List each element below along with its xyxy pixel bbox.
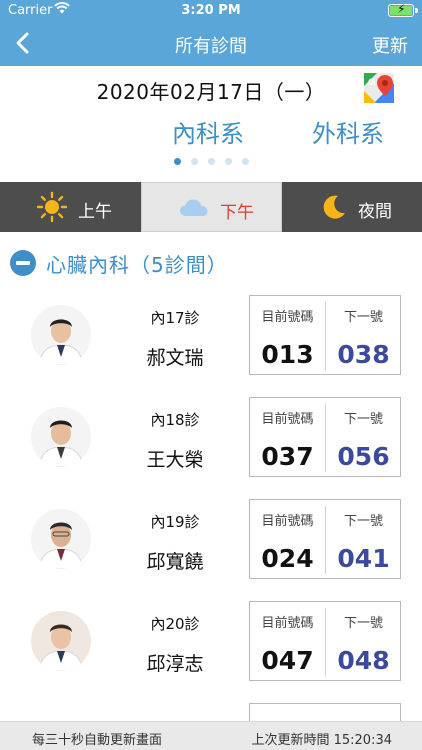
doctor-name: 邱寬饒	[146, 551, 204, 573]
refresh-button[interactable]: 更新	[372, 32, 408, 58]
segment-afternoon[interactable]: 下午	[141, 182, 282, 232]
queue-board: 目前號碼 下一號 037 056	[249, 397, 401, 477]
queue-board-partial	[249, 703, 401, 723]
status-bar: Carrier 3:20 PM ⚡	[0, 0, 422, 22]
current-number-header: 目前號碼	[261, 412, 314, 427]
navigation-bar: 所有診間 更新	[0, 22, 422, 66]
clinic-row[interactable]: 內18診 王大榮 目前號碼 下一號 037 056	[0, 397, 422, 497]
segment-night-label: 夜間	[358, 202, 392, 222]
svg-text:G: G	[368, 78, 375, 88]
cloud-icon	[178, 192, 210, 224]
clinic-row[interactable]: 內17診 郝文瑞 目前號碼 下一號 013 038	[0, 295, 422, 395]
clinic-row[interactable]: 內20診 邱淳志 目前號碼 下一號 047 048	[0, 601, 422, 701]
page-title: 所有診間	[175, 36, 247, 57]
clinic-room: 內19診	[150, 513, 200, 531]
section-title: 心臟內科（5診間）	[46, 253, 228, 277]
battery-icon: ⚡	[388, 2, 418, 17]
tab-internal-medicine[interactable]: 內科系	[172, 114, 244, 149]
collapse-minus-icon[interactable]	[10, 250, 36, 276]
current-number: 024	[261, 544, 314, 573]
doctor-name: 王大榮	[146, 449, 204, 471]
next-number-header: 下一號	[343, 616, 383, 631]
next-number: 048	[337, 646, 390, 675]
page-dot	[174, 158, 181, 165]
queue-board: 目前號碼 下一號 024 041	[249, 499, 401, 579]
doctor-avatar	[31, 611, 91, 671]
next-number-header: 下一號	[343, 514, 383, 529]
doctor-avatar	[31, 305, 91, 365]
auto-refresh-note: 每三十秒自動更新畫面	[32, 733, 163, 748]
segment-night[interactable]: 夜間	[282, 182, 422, 232]
next-number: 056	[337, 442, 390, 471]
moon-icon	[318, 191, 350, 223]
segment-morning-label: 上午	[78, 202, 112, 222]
current-number: 047	[261, 646, 314, 675]
doctor-name: 郝文瑞	[146, 347, 204, 369]
next-number-header: 下一號	[343, 412, 383, 427]
segment-afternoon-label: 下午	[220, 203, 254, 223]
status-time: 3:20 PM	[181, 3, 241, 18]
current-number-header: 目前號碼	[261, 310, 314, 325]
footer-bar: 每三十秒自動更新畫面 上次更新時間 15:20:34	[0, 721, 422, 750]
clinic-row[interactable]: 內19診 邱寬饒 目前號碼 下一號 024 041	[0, 499, 422, 599]
queue-board: 目前號碼 下一號 047 048	[249, 601, 401, 681]
page-dot	[191, 158, 198, 165]
google-maps-icon[interactable]: G	[364, 73, 394, 103]
current-number: 013	[261, 340, 314, 369]
page-dot	[225, 158, 232, 165]
tab-surgery[interactable]: 外科系	[312, 114, 384, 149]
date-label: 2020年02月17日（一）	[96, 80, 326, 104]
current-number-header: 目前號碼	[261, 514, 314, 529]
page-dot	[242, 158, 249, 165]
page-dot	[208, 158, 215, 165]
current-number-header: 目前號碼	[261, 616, 314, 631]
clinic-room: 內17診	[150, 309, 200, 327]
current-number: 037	[261, 442, 314, 471]
doctor-avatar	[31, 509, 91, 569]
header-bar: Carrier 3:20 PM ⚡ 所有診間 更新	[0, 0, 422, 66]
doctor-avatar	[31, 407, 91, 467]
clinic-room: 內18診	[150, 411, 200, 429]
next-number: 038	[337, 340, 390, 369]
clinic-room: 內20診	[150, 615, 200, 633]
queue-board: 目前號碼 下一號 013 038	[249, 295, 401, 375]
doctor-name: 邱淳志	[146, 653, 204, 675]
sun-icon	[36, 191, 68, 223]
last-update-time: 上次更新時間 15:20:34	[251, 733, 392, 748]
segment-morning[interactable]: 上午	[0, 182, 141, 232]
page-indicator	[174, 158, 254, 168]
next-number-header: 下一號	[343, 310, 383, 325]
next-number: 041	[337, 544, 390, 573]
section-header[interactable]: 心臟內科（5診間）	[0, 247, 422, 281]
